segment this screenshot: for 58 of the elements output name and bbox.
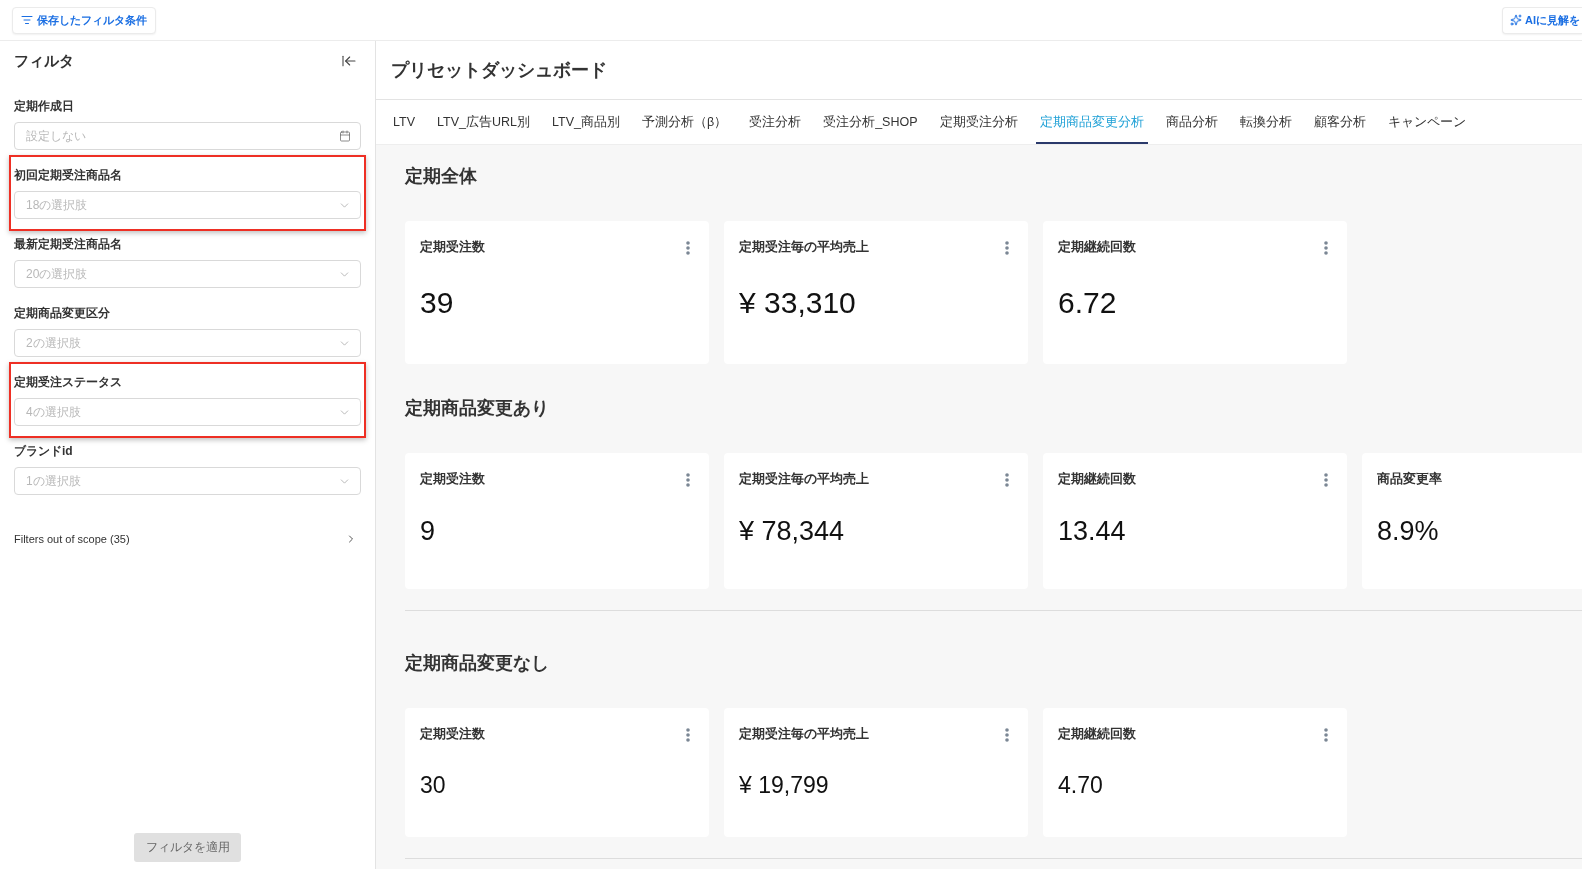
metric-value: 9 — [420, 516, 436, 546]
filter-label: 定期作成日 — [14, 98, 75, 114]
dashboard-title: プリセットダッシュボード — [391, 58, 607, 82]
section-title: 定期商品変更なし — [405, 652, 550, 675]
metric-title: 定期継続回数 — [1058, 725, 1136, 743]
more-options-icon[interactable] — [1324, 728, 1328, 742]
filter-icon — [21, 14, 33, 26]
metric-value: ¥ 78,344 — [739, 516, 845, 546]
metric-title: 定期受注毎の平均売上 — [739, 238, 869, 256]
metric-title: 定期受注毎の平均売上 — [739, 725, 869, 743]
metric-title: 商品変更率 — [1377, 470, 1442, 488]
dashboard-tab[interactable]: 受注分析_SHOP — [819, 100, 922, 144]
dashboard-tab[interactable]: 商品分析 — [1161, 100, 1222, 144]
filter-label: 初回定期受注商品名 — [14, 167, 123, 183]
filter-label: 最新定期受注商品名 — [14, 236, 123, 252]
dashboard-tab[interactable]: 受注分析 — [745, 100, 806, 144]
dashboard-tab[interactable]: 顧客分析 — [1309, 100, 1370, 144]
more-options-icon[interactable] — [1005, 473, 1009, 487]
dashboard-tab[interactable]: 定期受注分析 — [935, 100, 1022, 144]
metric-value: ¥ 19,799 — [739, 772, 829, 798]
metric-value: ¥ 33,310 — [739, 286, 856, 319]
more-options-icon[interactable] — [1324, 473, 1328, 487]
metric-title: 定期受注数 — [420, 725, 485, 743]
metric-value: 30 — [420, 772, 446, 798]
metric-title: 定期継続回数 — [1058, 470, 1136, 488]
saved-filters-button[interactable]: 保存したフィルタ条件 — [12, 6, 156, 34]
filter-label: ブランドid — [14, 443, 74, 459]
calendar-icon — [339, 130, 351, 142]
sparkle-icon — [1510, 14, 1522, 26]
metric-value: 4.70 — [1058, 772, 1103, 798]
metric-title: 定期受注数 — [420, 238, 485, 256]
more-options-icon[interactable] — [686, 473, 690, 487]
dashboard-tab[interactable]: LTV_商品別 — [547, 100, 624, 144]
more-options-icon[interactable] — [1005, 241, 1009, 255]
more-options-icon[interactable] — [686, 728, 690, 742]
more-options-icon[interactable] — [686, 241, 690, 255]
filter-label: 定期受注ステータス — [14, 374, 123, 390]
more-options-icon[interactable] — [1005, 728, 1009, 742]
metric-title: 定期受注毎の平均売上 — [739, 470, 869, 488]
metric-value: 39 — [420, 286, 454, 319]
dashboard-tab[interactable]: 予測分析（β） — [637, 100, 732, 144]
metric-value: 8.9% — [1377, 516, 1439, 546]
dashboard-tab[interactable]: 転換分析 — [1235, 100, 1296, 144]
filter-panel-title: フィルタ — [14, 50, 74, 71]
filter-label: 定期商品変更区分 — [14, 305, 111, 321]
ai-insight-button[interactable]: AIに見解を — [1502, 6, 1582, 34]
metric-title: 定期継続回数 — [1058, 238, 1136, 256]
out-of-scope-toggle[interactable]: Filters out of scope (35) — [14, 531, 361, 547]
more-options-icon[interactable] — [1324, 241, 1328, 255]
section-title: 定期商品変更あり — [405, 397, 550, 420]
section-title: 定期全体 — [405, 165, 478, 188]
dashboard-tab[interactable]: LTV — [389, 100, 419, 144]
metric-title: 定期受注数 — [420, 470, 485, 488]
dashboard-tab[interactable]: キャンペーン — [1383, 100, 1470, 144]
dashboard-tab[interactable]: LTV_広告URL別 — [433, 100, 534, 144]
metric-value: 13.44 — [1058, 516, 1126, 546]
metric-value: 6.72 — [1058, 286, 1117, 319]
collapse-panel-icon[interactable] — [341, 53, 357, 69]
